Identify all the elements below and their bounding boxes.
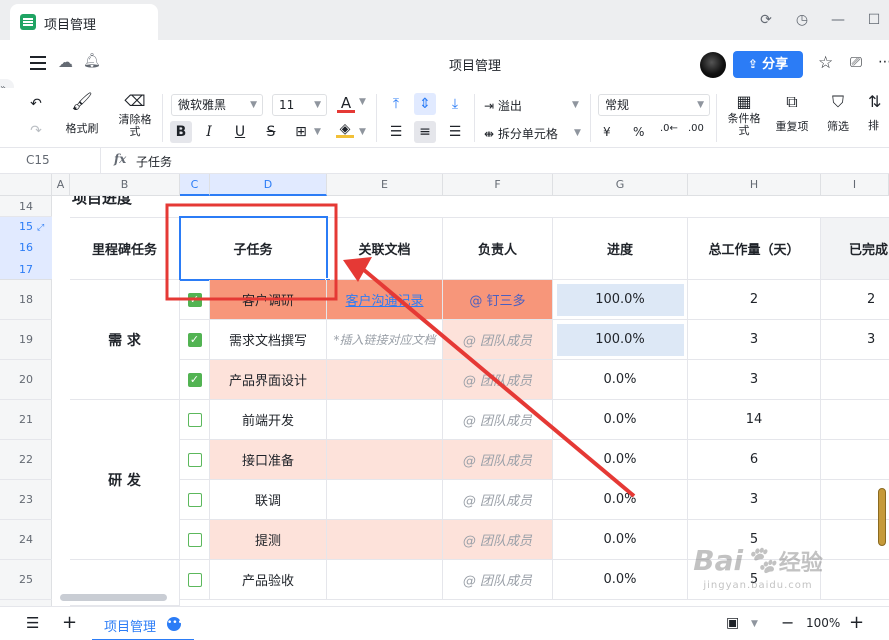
- watermark: Bai🐾︎经验 jingyan.baidu.com: [683, 544, 833, 592]
- paw-icon: 🐾︎: [743, 544, 779, 577]
- watermark-brand: Bai: [693, 544, 744, 577]
- annotation-box: [165, 203, 338, 301]
- sheet-tab-bar: ☰ + 项目管理 ••• ▣ ▼ − 100% +: [0, 606, 889, 640]
- annotation-arrow-head: [343, 257, 372, 282]
- watermark-site: 经验: [778, 551, 823, 576]
- add-sheet-icon[interactable]: +: [62, 612, 77, 633]
- annotation-arrow-shaft: [362, 268, 636, 498]
- spreadsheet-app: 项目管理 ⟳ ◷ — ☐ ☁ 🔔︎ » 项目管理 ⇪ 分享 ☆ ⎚ ⋯ ↶ ↷ …: [0, 0, 889, 640]
- view-layout-icon[interactable]: ▣: [726, 615, 739, 631]
- comment-icon: •••: [167, 617, 183, 631]
- watermark-url: jingyan.baidu.com: [703, 580, 813, 591]
- chevron-down-icon[interactable]: ▼: [751, 619, 758, 629]
- sheet-tab-label: 项目管理: [104, 620, 157, 635]
- zoom-in-icon[interactable]: +: [849, 612, 864, 633]
- sheet-tab-active[interactable]: 项目管理 •••: [92, 607, 194, 640]
- zoom-out-icon[interactable]: −: [781, 613, 794, 632]
- sheet-list-icon[interactable]: ☰: [26, 614, 39, 632]
- zoom-level[interactable]: 100%: [806, 616, 840, 630]
